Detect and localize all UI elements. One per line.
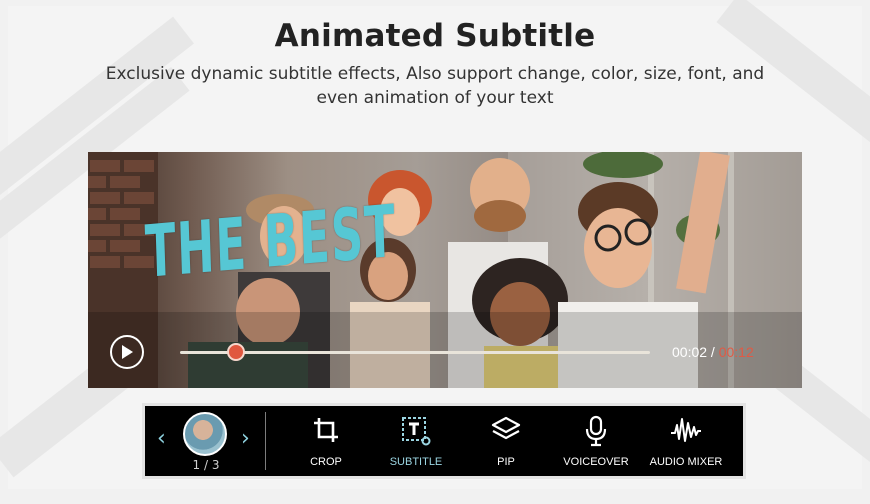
crop-icon — [314, 418, 338, 442]
pip-label: PIP — [497, 456, 515, 468]
voiceover-button[interactable]: VOICEOVER — [551, 406, 641, 476]
video-preview[interactable]: THE BEST 00:02 / 00:12 — [88, 152, 802, 388]
subtitle-label: SUBTITLE — [389, 456, 443, 468]
current-time: 00:02 — [672, 344, 708, 360]
layers-icon — [491, 416, 521, 440]
play-icon — [122, 345, 133, 359]
toolbar-divider — [265, 412, 266, 470]
subtitle-icon — [402, 417, 431, 446]
editor-toolbar: ‹ › 1 / 3 CROP SUBTITLE PIP VOICEOVER AU… — [142, 403, 746, 479]
time-separator: / — [707, 344, 719, 360]
duration: 00:12 — [718, 344, 754, 360]
crop-button[interactable]: CROP — [281, 406, 371, 476]
clip-navigator: ‹ › 1 / 3 — [145, 406, 263, 476]
voiceover-label: VOICEOVER — [563, 456, 629, 468]
subtitle-button[interactable]: SUBTITLE — [371, 406, 461, 476]
time-readout: 00:02 / 00:12 — [672, 344, 754, 360]
subline: Exclusive dynamic subtitle effects, Also… — [105, 64, 765, 108]
audio-mixer-button[interactable]: AUDIO MIXER — [641, 406, 731, 476]
clip-counter: 1 / 3 — [192, 458, 220, 472]
clip-thumbnail[interactable] — [183, 412, 227, 456]
play-button[interactable] — [110, 335, 144, 369]
microphone-icon — [585, 415, 607, 447]
progress-track[interactable] — [180, 351, 650, 354]
chevron-left-icon[interactable]: ‹ — [157, 426, 166, 451]
waveform-icon — [671, 418, 701, 442]
headline: Animated Subtitle — [274, 18, 596, 54]
crop-label: CROP — [310, 456, 342, 468]
chevron-right-icon[interactable]: › — [241, 426, 250, 451]
audio-mixer-label: AUDIO MIXER — [649, 456, 723, 468]
pip-button[interactable]: PIP — [461, 406, 551, 476]
